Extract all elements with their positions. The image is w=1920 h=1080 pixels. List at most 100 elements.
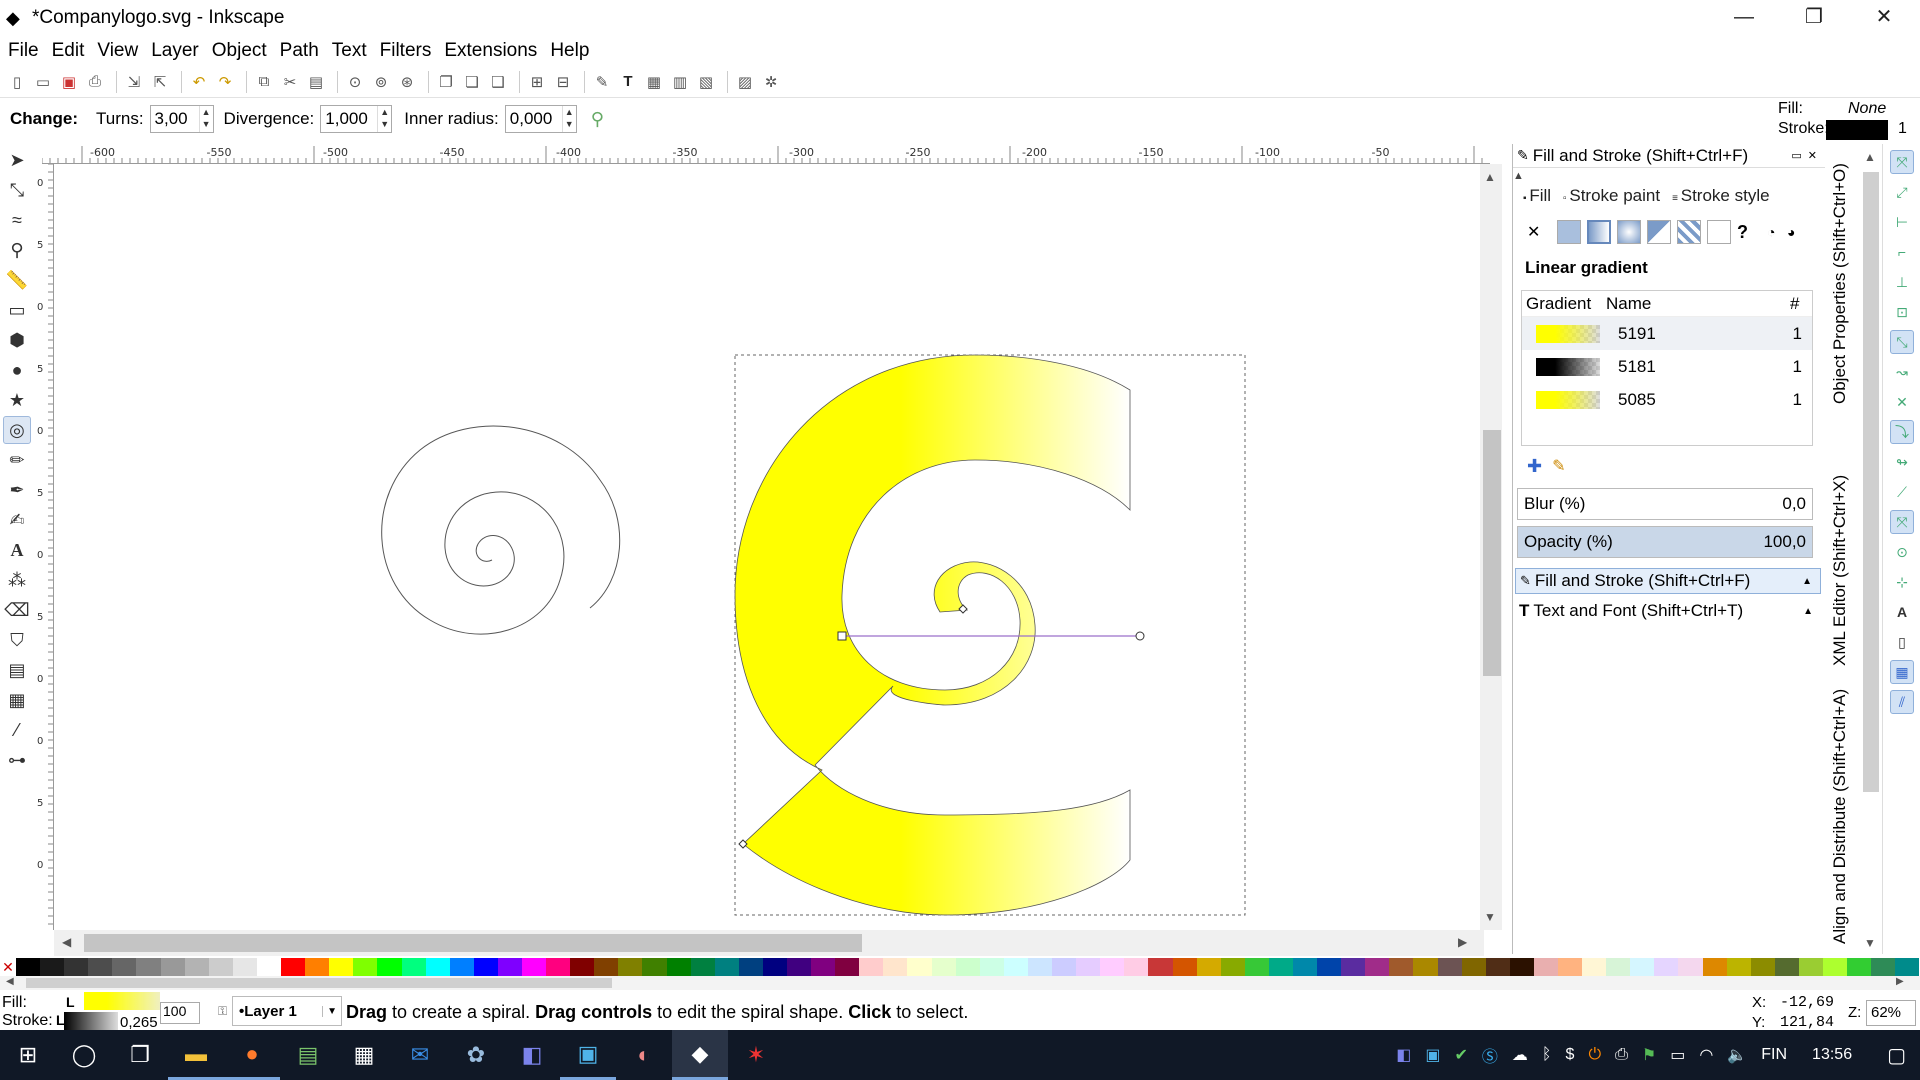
dock-scroll-thumb[interactable] bbox=[1863, 172, 1879, 792]
save-icon[interactable]: ▣ bbox=[58, 71, 80, 93]
teams-icon[interactable]: ◧ bbox=[504, 1030, 560, 1080]
scroll-right-icon[interactable]: ▶ bbox=[1458, 935, 1467, 949]
palette-swatch[interactable] bbox=[738, 958, 763, 976]
inner-radius-spinbox[interactable]: 0,000 ▲ ▼ bbox=[504, 105, 577, 133]
palette-swatch[interactable] bbox=[281, 958, 306, 976]
palette-swatch[interactable] bbox=[329, 958, 354, 976]
gradient-end-handle[interactable] bbox=[1135, 631, 1145, 641]
file-explorer-icon[interactable]: ▬ bbox=[168, 1030, 224, 1080]
outlook-icon[interactable]: ✉ bbox=[392, 1030, 448, 1080]
expander-icon[interactable]: ▲ bbox=[1802, 576, 1812, 587]
ungroup-icon[interactable]: ⊟ bbox=[552, 71, 574, 93]
outline-spiral-group[interactable] bbox=[381, 425, 621, 635]
gradient-row[interactable]: 5191 1 bbox=[1522, 317, 1812, 350]
palette-swatch[interactable] bbox=[546, 958, 571, 976]
palette-scrollbar[interactable]: ◀ ▶ bbox=[0, 976, 1920, 990]
palette-swatch[interactable] bbox=[859, 958, 884, 976]
col-name[interactable]: Name bbox=[1606, 294, 1790, 314]
eraser-tool-icon[interactable]: ⌫ bbox=[3, 596, 31, 624]
tray-dollar-icon[interactable]: $ bbox=[1566, 1046, 1575, 1064]
gradient-row[interactable]: 5181 1 bbox=[1522, 350, 1812, 383]
tray-teams-icon[interactable]: ◧ bbox=[1396, 1045, 1411, 1065]
start-windows-icon[interactable]: ⊞ bbox=[0, 1030, 56, 1080]
tray-printer-icon[interactable]: ⎙ bbox=[1615, 1046, 1628, 1064]
ellipse-tool-icon[interactable]: ● bbox=[3, 356, 31, 384]
blur-value[interactable]: 0,0 bbox=[1782, 494, 1806, 514]
palette-swatch[interactable] bbox=[1292, 958, 1318, 976]
divergence-spinbox[interactable]: 1,000 ▲ ▼ bbox=[320, 105, 393, 133]
palette-swatch[interactable] bbox=[425, 958, 450, 976]
snap-bbox-midpoint-icon[interactable]: ⊥ bbox=[1890, 270, 1914, 294]
scroll-left-icon[interactable]: ◀ bbox=[62, 935, 71, 949]
vtab-align-distribute[interactable]: Align and Distribute (Shift+Ctrl+A) bbox=[1830, 689, 1850, 944]
horizontal-scroll-thumb[interactable] bbox=[84, 934, 862, 952]
tray-check-icon[interactable]: ✔ bbox=[1455, 1045, 1468, 1065]
menu-help[interactable]: Help bbox=[550, 40, 589, 62]
tweak-tool-icon[interactable]: ≈ bbox=[3, 206, 31, 234]
status-stroke-swatch[interactable] bbox=[64, 1012, 118, 1030]
palette-swatch[interactable] bbox=[305, 958, 330, 976]
fill-rule-evenodd-icon[interactable]: ◔ bbox=[1767, 224, 1787, 240]
zoom-field[interactable]: 62% bbox=[1866, 1000, 1916, 1026]
snap-nodes-icon[interactable]: ⤡ bbox=[1890, 330, 1914, 354]
spin-arrows-icon[interactable]: ▲ ▼ bbox=[198, 106, 213, 132]
text-tool-icon[interactable]: A bbox=[3, 536, 31, 564]
snap-grid-icon[interactable]: ▦ bbox=[1890, 660, 1914, 684]
text-font-icon[interactable]: T bbox=[617, 71, 639, 93]
palette-swatch[interactable] bbox=[1389, 958, 1414, 976]
scroll-down-icon[interactable]: ▼ bbox=[1484, 910, 1496, 924]
snap-cusp-icon[interactable]: ⤵ bbox=[1890, 420, 1914, 444]
blur-field[interactable]: Blur (%) 0,0 bbox=[1517, 488, 1813, 520]
paint-bucket-tool-icon[interactable]: ⛉ bbox=[3, 626, 31, 654]
palette-swatch[interactable] bbox=[1823, 958, 1848, 976]
col-count[interactable]: # bbox=[1790, 294, 1799, 314]
measure-tool-icon[interactable]: 📏 bbox=[3, 266, 31, 294]
palette-swatch[interactable] bbox=[1533, 958, 1558, 976]
zoom-selection-icon[interactable]: ⊙ bbox=[344, 71, 366, 93]
wifi-icon[interactable]: ◠ bbox=[1699, 1045, 1713, 1065]
palette-swatch[interactable] bbox=[642, 958, 667, 976]
preferences-icon[interactable]: ✲ bbox=[760, 71, 782, 93]
connector-tool-icon[interactable]: ⊶ bbox=[3, 746, 31, 774]
snap-midpoint-icon[interactable]: ⟋ bbox=[1890, 480, 1914, 504]
canvas[interactable] bbox=[54, 164, 1484, 930]
vertical-scrollbar[interactable]: ▲ ▼ bbox=[1480, 164, 1502, 930]
document-properties-icon[interactable]: ▨ bbox=[734, 71, 756, 93]
layer-name[interactable]: •Layer 1 bbox=[239, 1003, 297, 1020]
palette-swatch[interactable] bbox=[1027, 958, 1053, 976]
add-gradient-icon[interactable]: ✚ bbox=[1527, 456, 1542, 477]
palette-swatch[interactable] bbox=[907, 958, 932, 976]
palette-swatch[interactable] bbox=[1702, 958, 1727, 976]
palette-swatch[interactable] bbox=[931, 958, 956, 976]
palette-scroll-thumb[interactable] bbox=[26, 978, 612, 988]
zoom-value[interactable]: 62% bbox=[1871, 1004, 1901, 1021]
tab-stroke-paint[interactable]: ▫ Stroke paint bbox=[1563, 186, 1660, 206]
palette-swatch[interactable] bbox=[184, 958, 209, 976]
palette-swatch[interactable] bbox=[1654, 958, 1679, 976]
scroll-up-icon[interactable]: ▲ bbox=[1484, 170, 1496, 184]
palette-swatch[interactable] bbox=[1485, 958, 1510, 976]
palette-swatch[interactable] bbox=[1100, 958, 1125, 976]
inner-radius-value[interactable]: 0,000 bbox=[510, 109, 553, 129]
docked-fill-stroke[interactable]: ✎ Fill and Stroke (Shift+Ctrl+F) ▲ bbox=[1515, 568, 1821, 594]
no-paint-icon[interactable]: ✕ bbox=[1527, 222, 1551, 242]
color-palette[interactable]: ✕ bbox=[0, 958, 1920, 976]
gradient-row[interactable]: 5085 1 bbox=[1522, 383, 1812, 416]
xml-editor-icon[interactable]: ▥ bbox=[669, 71, 691, 93]
palette-swatch[interactable] bbox=[1798, 958, 1824, 976]
snap-guide-icon[interactable]: ⫽ bbox=[1890, 690, 1914, 714]
tray-skype-icon[interactable]: Ⓢ bbox=[1482, 1043, 1498, 1067]
snap-rotation-center-icon[interactable]: ⊹ bbox=[1890, 570, 1914, 594]
palette-swatch[interactable] bbox=[208, 958, 233, 976]
status-opacity-value[interactable]: 100 bbox=[163, 1003, 186, 1019]
zoom-page-icon[interactable]: ⊛ bbox=[396, 71, 418, 93]
tray-cloud-icon[interactable]: ☁ bbox=[1512, 1045, 1528, 1065]
tray-flag-icon[interactable]: ⚑ bbox=[1642, 1045, 1656, 1065]
palette-swatch[interactable] bbox=[497, 958, 522, 976]
iconify-dialog-icon[interactable]: ▭ bbox=[1791, 149, 1801, 162]
minimize-button[interactable]: — bbox=[1714, 2, 1774, 34]
stroke-width[interactable]: 1 bbox=[1898, 120, 1907, 138]
layers-icon[interactable]: ▦ bbox=[643, 71, 665, 93]
close-button[interactable]: ✕ bbox=[1854, 2, 1914, 34]
tray-power-icon[interactable]: ⏻ bbox=[1588, 1046, 1601, 1064]
